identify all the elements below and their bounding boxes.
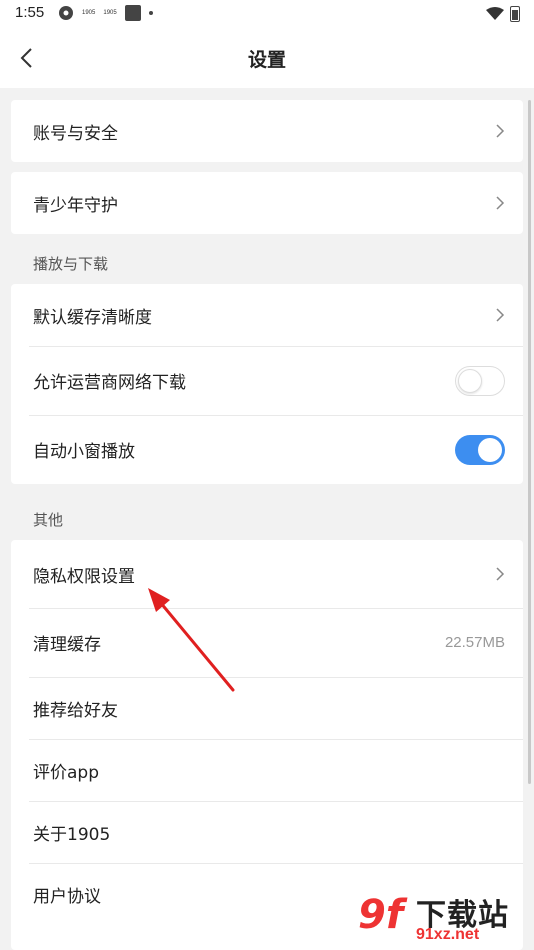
auto-mini-window-row: 自动小窗播放 [11, 415, 523, 484]
about-row[interactable]: 关于1905 [11, 801, 523, 863]
account-security-row[interactable]: 账号与安全 [11, 100, 523, 162]
youth-card: 青少年守护 [11, 172, 523, 234]
rate-app-row[interactable]: 评价app [11, 739, 523, 801]
clear-cache-row[interactable]: 清理缓存 22.57MB [11, 608, 523, 677]
chevron-right-icon [496, 567, 505, 581]
app-header: 设置 [0, 28, 534, 88]
auto-mini-window-toggle[interactable] [455, 434, 505, 465]
about-label: 关于1905 [33, 824, 111, 845]
watermark-url: 91xz.net [416, 926, 480, 943]
status-tiny-label-2: 1905 [103, 10, 117, 16]
section-title-other: 其他 [33, 511, 64, 529]
battery-icon [510, 6, 520, 22]
play-download-card: 默认缓存清晰度 允许运营商网络下载 自动小窗播放 [11, 284, 523, 484]
youth-protection-label: 青少年守护 [33, 195, 118, 216]
square-icon [124, 5, 141, 21]
recommend-friends-row[interactable]: 推荐给好友 [11, 677, 523, 739]
chevron-right-icon [496, 308, 505, 322]
watermark-logo: 9f [358, 892, 404, 938]
chevron-right-icon [496, 196, 505, 210]
clear-cache-label: 清理缓存 [33, 635, 101, 655]
account-security-label: 账号与安全 [33, 123, 118, 144]
account-card: 账号与安全 [11, 100, 523, 162]
default-cache-quality-row[interactable]: 默认缓存清晰度 [11, 284, 523, 346]
privacy-permissions-label: 隐私权限设置 [33, 566, 135, 587]
carrier-download-toggle[interactable] [455, 365, 505, 396]
wifi-icon [486, 7, 504, 20]
chevron-right-icon [496, 124, 505, 138]
auto-mini-window-label: 自动小窗播放 [33, 442, 135, 462]
status-system-icons [486, 6, 520, 22]
recommend-friends-label: 推荐给好友 [33, 700, 118, 721]
user-agreement-label: 用户协议 [33, 886, 101, 907]
carrier-download-row: 允许运营商网络下载 [11, 346, 523, 415]
toggle-knob [478, 437, 502, 462]
status-bar: 1:55 1905 1905 [0, 0, 534, 28]
carrier-download-label: 允许运营商网络下载 [33, 373, 186, 393]
page-title: 设置 [247, 49, 286, 71]
default-cache-quality-label: 默认缓存清晰度 [33, 307, 152, 328]
rate-app-label: 评价app [33, 762, 99, 783]
dot-icon [148, 11, 153, 15]
youth-protection-row[interactable]: 青少年守护 [11, 172, 523, 234]
status-notification-icons: 1905 1905 [58, 5, 153, 21]
privacy-permissions-row[interactable]: 隐私权限设置 [11, 540, 523, 608]
watermark: 9f 下载站 91xz.net [354, 888, 534, 950]
cache-size-value: 22.57MB [444, 634, 505, 651]
section-title-play-download: 播放与下载 [33, 255, 109, 273]
status-time: 1:55 [15, 4, 45, 21]
toggle-knob [458, 368, 482, 393]
status-tiny-label-1: 1905 [82, 10, 96, 16]
app-icon [59, 6, 73, 20]
scrollbar[interactable] [528, 100, 531, 784]
